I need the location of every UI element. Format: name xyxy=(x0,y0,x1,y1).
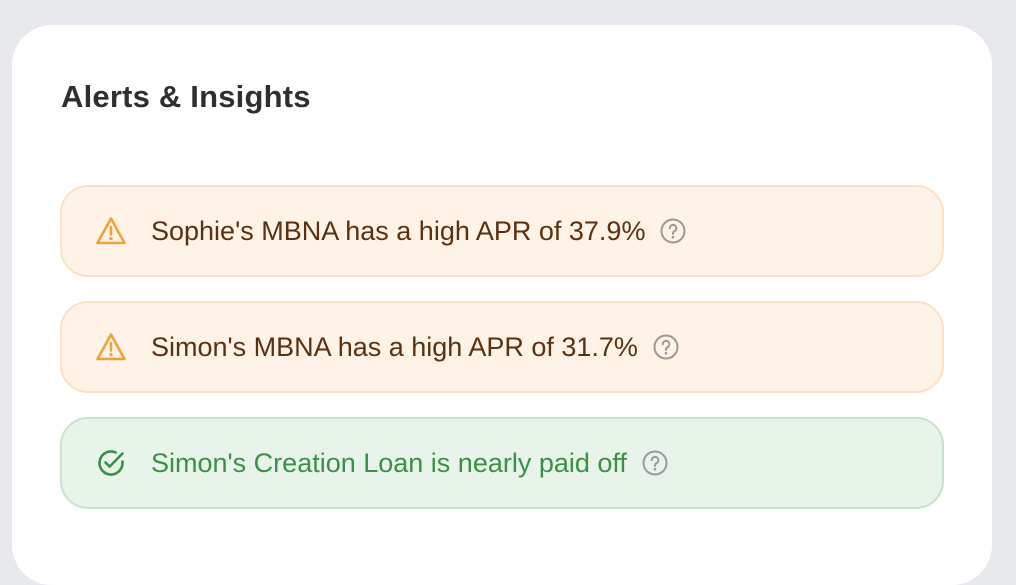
alert-text: Simon's Creation Loan is nearly paid off xyxy=(151,447,627,478)
help-circle-icon[interactable] xyxy=(659,217,687,245)
panel-title: Alerts & Insights xyxy=(61,79,311,114)
alert-text: Sophie's MBNA has a high APR of 37.9% xyxy=(151,215,646,246)
alert-high-apr-simon: Simon's MBNA has a high APR of 31.7% xyxy=(60,301,944,393)
warning-triangle-icon xyxy=(95,215,127,247)
help-circle-icon[interactable] xyxy=(652,333,680,361)
alert-text: Simon's MBNA has a high APR of 31.7% xyxy=(151,331,638,362)
warning-triangle-icon xyxy=(95,331,127,363)
alerts-insights-card: Alerts & Insights Sophie's MBNA has a hi… xyxy=(12,25,992,585)
check-circle-icon xyxy=(95,447,127,479)
help-circle-icon[interactable] xyxy=(641,449,669,477)
alert-high-apr-sophie: Sophie's MBNA has a high APR of 37.9% xyxy=(60,185,944,277)
alert-loan-nearly-paid: Simon's Creation Loan is nearly paid off xyxy=(60,417,944,509)
